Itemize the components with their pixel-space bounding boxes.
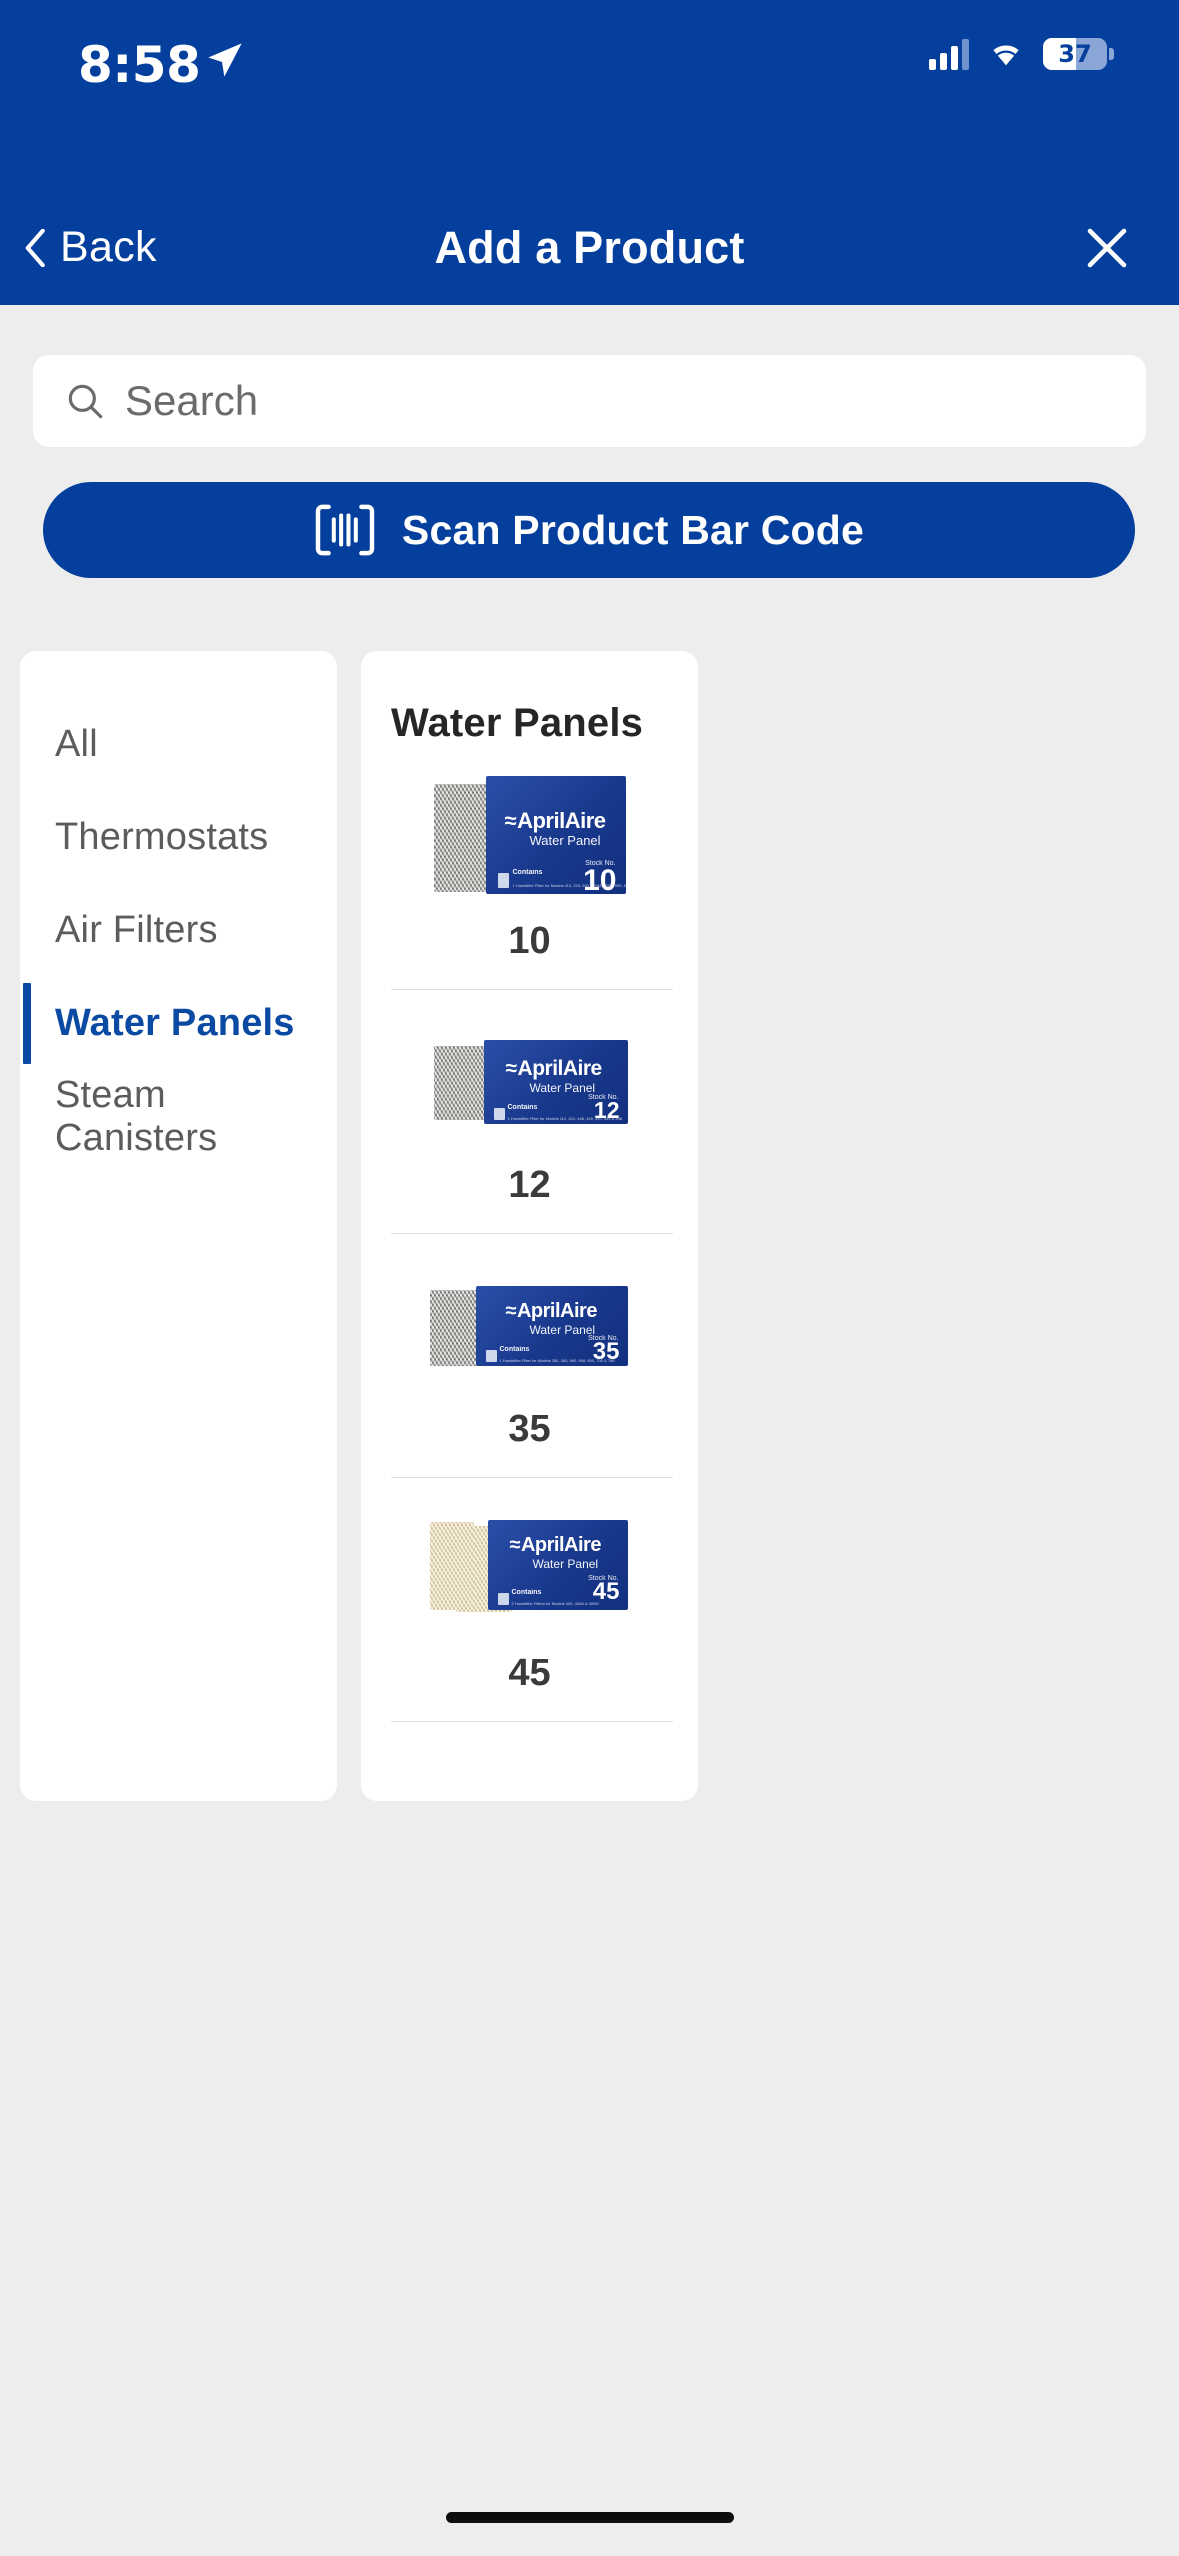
category-label: Water Panels — [55, 1002, 295, 1044]
sidebar-item-all[interactable]: All — [20, 698, 337, 791]
contains-detail: 2 Humidifier Filters for Models 400, 400… — [511, 1601, 599, 1606]
home-indicator — [445, 2512, 734, 2523]
product-package-art: ≈AprilAire Water Panel Stock No. 10 Cont… — [426, 772, 634, 898]
product-brand: AprilAire — [517, 1057, 603, 1080]
category-label: Steam Canisters — [55, 1073, 218, 1159]
category-list-panel: All Thermostats Air Filters Water Panels… — [20, 651, 337, 1801]
list-item[interactable]: ≈AprilAire Water Panel Stock No. 12 Cont… — [361, 998, 698, 1234]
page-title: Add a Product — [434, 221, 745, 273]
product-name: 12 — [508, 1164, 551, 1206]
status-bar: 8:58 37 — [0, 0, 1179, 190]
navigation-bar: Back Add a Product — [0, 190, 1179, 305]
search-icon — [68, 384, 103, 419]
battery-percent: 37 — [1058, 40, 1092, 68]
product-name: 45 — [508, 1652, 551, 1694]
signal-bars-icon — [929, 38, 969, 70]
category-label: Air Filters — [55, 909, 218, 951]
product-brand: AprilAire — [520, 1534, 601, 1556]
search-bar[interactable] — [33, 355, 1146, 447]
list-divider — [391, 1233, 673, 1234]
wifi-icon — [993, 45, 1019, 66]
product-list-title: Water Panels — [391, 701, 644, 745]
product-image: ≈AprilAire Water Panel Stock No. 10 Cont… — [361, 754, 698, 916]
list-divider — [391, 989, 673, 990]
contains-label: Contains — [499, 1346, 530, 1353]
category-label: Thermostats — [55, 816, 269, 858]
close-x-icon[interactable] — [1083, 224, 1131, 272]
product-image: ≈AprilAire Water Panel Stock No. 45 Cont… — [361, 1486, 698, 1648]
list-divider — [391, 1477, 673, 1478]
stock-number: 10 — [583, 864, 617, 895]
barcode-icon — [315, 504, 375, 556]
scan-barcode-button[interactable]: Scan Product Bar Code — [43, 482, 1135, 578]
status-time: 8:58 — [78, 36, 201, 94]
contains-label: Contains — [507, 1104, 538, 1111]
contains-detail: 1 Humidifier Filter for Models 350, 360,… — [499, 1358, 615, 1363]
product-image: ≈AprilAire Water Panel Stock No. 35 Cont… — [361, 1242, 698, 1404]
list-item[interactable]: ≈AprilAire Water Panel Stock No. 35 Cont… — [361, 1242, 698, 1478]
list-item[interactable]: ≈AprilAire Water Panel Stock No. 45 Cont… — [361, 1486, 698, 1722]
product-type: Water Panel — [529, 833, 601, 848]
search-input[interactable] — [125, 377, 1146, 425]
category-label: All — [55, 723, 98, 765]
location-arrow-icon — [208, 43, 242, 77]
product-brand: AprilAire — [517, 808, 606, 833]
contains-detail: 1 Humidifier Filter for Models 110, 220,… — [512, 883, 626, 888]
product-brand: AprilAire — [516, 1300, 597, 1322]
sidebar-item-steam-canisters[interactable]: Steam Canisters — [20, 1070, 337, 1163]
product-package-art: ≈AprilAire Water Panel Stock No. 12 Cont… — [426, 1016, 634, 1142]
product-image: ≈AprilAire Water Panel Stock No. 12 Cont… — [361, 998, 698, 1160]
sidebar-item-air-filters[interactable]: Air Filters — [20, 884, 337, 977]
product-name: 10 — [508, 920, 551, 962]
product-type: Water Panel — [529, 1323, 596, 1337]
product-name: 35 — [508, 1408, 551, 1450]
phone-screen: 8:58 37 Back Add a Product Search Scan P… — [0, 0, 1179, 2556]
battery-icon: 37 — [1043, 38, 1114, 70]
product-type: Water Panel — [529, 1081, 596, 1095]
status-indicators: 37 — [929, 38, 1114, 70]
product-list-panel: Water Panels ≈AprilAire Water Panel Stoc… — [361, 651, 698, 1801]
product-type: Water Panel — [532, 1557, 599, 1571]
contains-label: Contains — [512, 869, 543, 876]
list-divider — [391, 1721, 673, 1722]
product-package-art: ≈AprilAire Water Panel Stock No. 35 Cont… — [426, 1260, 634, 1386]
contains-label: Contains — [511, 1589, 542, 1596]
sidebar-item-water-panels[interactable]: Water Panels — [20, 977, 337, 1070]
scan-barcode-label: Scan Product Bar Code — [401, 506, 865, 553]
list-item[interactable]: ≈AprilAire Water Panel Stock No. 10 Cont… — [361, 754, 698, 990]
contains-detail: 1 Humidifier Filter for Models 112, 224,… — [507, 1116, 623, 1121]
product-package-art: ≈AprilAire Water Panel Stock No. 45 Cont… — [426, 1504, 634, 1630]
sidebar-item-thermostats[interactable]: Thermostats — [20, 791, 337, 884]
